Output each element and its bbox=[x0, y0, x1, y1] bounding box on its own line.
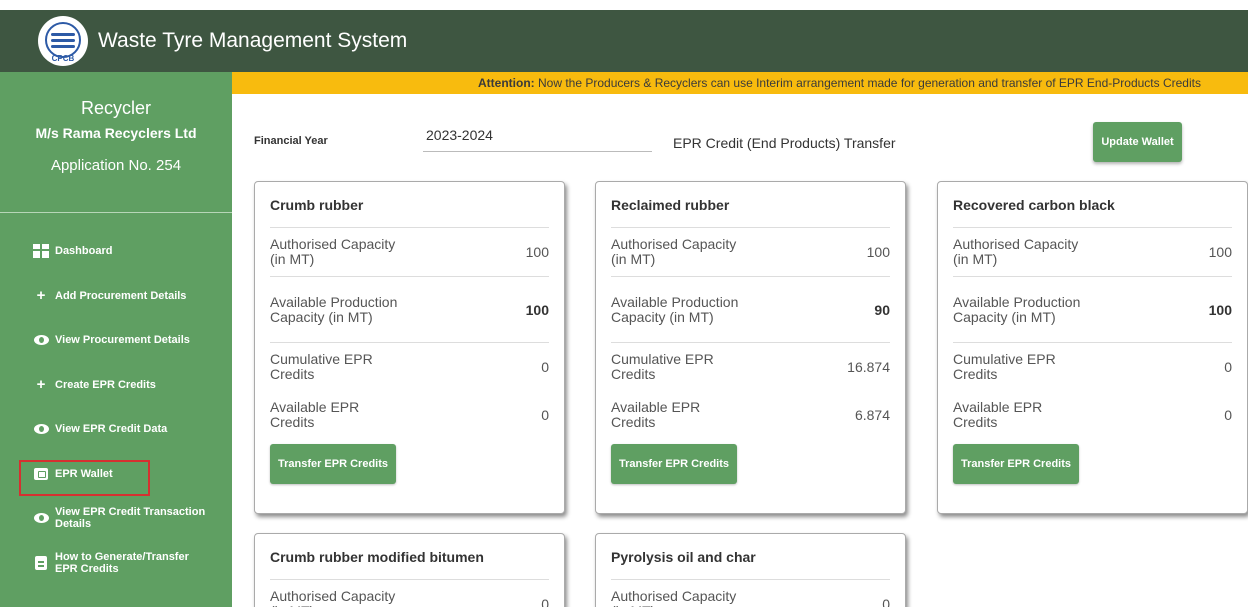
cumulative-epr-row: Cumulative EPR Credits 0 bbox=[270, 342, 549, 390]
sidebar-item-how-to-generate[interactable]: How to Generate/Transfer EPR Credits bbox=[0, 541, 232, 586]
authorised-capacity-label: Authorised Capacity (in MT) bbox=[611, 588, 737, 607]
top-spacer bbox=[0, 0, 1248, 10]
app-header: CPCB Waste Tyre Management System bbox=[0, 10, 1248, 72]
card-title: Crumb rubber modified bitumen bbox=[270, 534, 549, 580]
authorised-capacity-value: 0 bbox=[882, 596, 890, 607]
plus-icon: + bbox=[36, 376, 46, 394]
sidebar-item-label: View EPR Credit Transaction Details bbox=[55, 506, 206, 531]
cumulative-epr-row: Cumulative EPR Credits 16.874 bbox=[611, 342, 890, 390]
financial-year-label: Financial Year bbox=[254, 135, 328, 147]
wallet-icon bbox=[32, 467, 50, 480]
eye-icon bbox=[32, 424, 50, 435]
authorised-capacity-row: Authorised Capacity (in MT) 100 bbox=[953, 228, 1232, 276]
authorised-capacity-row: Authorised Capacity (in MT) 0 bbox=[611, 580, 890, 607]
available-production-value: 90 bbox=[874, 301, 890, 318]
card-title: Crumb rubber bbox=[270, 182, 549, 228]
sidebar: Recycler M/s Rama Recyclers Ltd Applicat… bbox=[0, 72, 232, 607]
credit-card-pyrolysis-oil-and-char: Pyrolysis oil and char Authorised Capaci… bbox=[595, 533, 906, 607]
financial-year-select[interactable]: 2023-2024 bbox=[423, 122, 652, 152]
card-title: Recovered carbon black bbox=[953, 182, 1232, 228]
sidebar-item-label: Add Procurement Details bbox=[55, 289, 187, 302]
cumulative-epr-label: Cumulative EPR Credits bbox=[611, 350, 714, 382]
authorised-capacity-value: 100 bbox=[525, 244, 549, 260]
transfer-title: EPR Credit (End Products) Transfer bbox=[673, 135, 896, 151]
available-production-label: Available Production Capacity (in MT) bbox=[611, 293, 739, 325]
organization-name: M/s Rama Recyclers Ltd bbox=[35, 125, 197, 141]
available-production-value: 100 bbox=[1208, 301, 1232, 318]
sidebar-item-dashboard[interactable]: Dashboard bbox=[0, 229, 232, 274]
authorised-capacity-row: Authorised Capacity (in MT) 100 bbox=[611, 228, 890, 276]
sidebar-item-add-procurement[interactable]: + Add Procurement Details bbox=[0, 274, 232, 319]
banner-text: Now the Producers & Recyclers can use In… bbox=[534, 76, 1201, 90]
sidebar-item-label: Create EPR Credits bbox=[55, 378, 156, 391]
transfer-epr-credits-button[interactable]: Transfer EPR Credits bbox=[611, 444, 737, 484]
sidebar-item-label: View EPR Credit Data bbox=[55, 423, 168, 436]
sidebar-item-create-epr-credits[interactable]: + Create EPR Credits bbox=[0, 363, 232, 408]
eye-icon bbox=[32, 513, 50, 524]
authorised-capacity-value: 100 bbox=[1208, 244, 1232, 260]
sidebar-item-view-epr-credit-data[interactable]: View EPR Credit Data bbox=[0, 407, 232, 452]
authorised-capacity-value: 100 bbox=[866, 244, 890, 260]
dashboard-icon bbox=[32, 244, 50, 259]
cumulative-epr-row: Cumulative EPR Credits 0 bbox=[953, 342, 1232, 390]
authorised-capacity-row: Authorised Capacity (in MT) 100 bbox=[270, 228, 549, 276]
sidebar-item-label: View Procurement Details bbox=[55, 334, 190, 347]
available-production-value: 100 bbox=[525, 301, 549, 318]
plus-icon: + bbox=[36, 287, 46, 305]
user-profile: Recycler M/s Rama Recyclers Ltd Applicat… bbox=[0, 72, 232, 213]
available-production-label: Available Production Capacity (in MT) bbox=[953, 293, 1081, 325]
user-role: Recycler bbox=[80, 98, 151, 118]
sidebar-item-label: Dashboard bbox=[55, 245, 113, 258]
sidebar-item-view-procurement[interactable]: View Procurement Details bbox=[0, 318, 232, 363]
authorised-capacity-value: 0 bbox=[541, 596, 549, 607]
clipboard-icon bbox=[32, 555, 50, 570]
available-production-label: Available Production Capacity (in MT) bbox=[270, 293, 398, 325]
available-epr-label: Available EPR Credits bbox=[270, 399, 360, 430]
card-title: Pyrolysis oil and char bbox=[611, 534, 890, 580]
available-epr-label: Available EPR Credits bbox=[611, 399, 701, 430]
authorised-capacity-label: Authorised Capacity (in MT) bbox=[953, 236, 1079, 267]
sidebar-item-label: How to Generate/Transfer EPR Credits bbox=[55, 550, 189, 575]
available-epr-label: Available EPR Credits bbox=[953, 399, 1043, 430]
credit-card-recovered-carbon-black: Recovered carbon black Authorised Capaci… bbox=[937, 181, 1248, 514]
authorised-capacity-label: Authorised Capacity (in MT) bbox=[270, 236, 396, 267]
credit-card-reclaimed-rubber: Reclaimed rubber Authorised Capacity (in… bbox=[595, 181, 906, 514]
transfer-epr-credits-button[interactable]: Transfer EPR Credits bbox=[953, 444, 1079, 484]
available-production-row: Available Production Capacity (in MT) 10… bbox=[270, 276, 549, 342]
update-wallet-button[interactable]: Update Wallet bbox=[1093, 122, 1182, 162]
sidebar-item-epr-wallet[interactable]: EPR Wallet bbox=[0, 452, 232, 497]
card-title: Reclaimed rubber bbox=[611, 182, 890, 228]
available-epr-value: 0 bbox=[541, 407, 549, 423]
cumulative-epr-label: Cumulative EPR Credits bbox=[953, 350, 1056, 382]
available-epr-row: Available EPR Credits 6.874 bbox=[611, 390, 890, 440]
sidebar-item-view-transaction-details[interactable]: View EPR Credit Transaction Details bbox=[0, 496, 232, 541]
available-production-row: Available Production Capacity (in MT) 90 bbox=[611, 276, 890, 342]
available-epr-value: 0 bbox=[1224, 407, 1232, 423]
available-epr-value: 6.874 bbox=[854, 407, 890, 423]
transfer-epr-credits-button[interactable]: Transfer EPR Credits bbox=[270, 444, 396, 484]
cpcb-logo: CPCB bbox=[38, 16, 88, 66]
sidebar-item-label: EPR Wallet bbox=[55, 467, 113, 480]
cumulative-epr-value: 16.874 bbox=[847, 358, 890, 375]
banner-label: Attention: bbox=[478, 76, 535, 90]
credit-card-crumb-rubber: Crumb rubber Authorised Capacity (in MT)… bbox=[254, 181, 565, 514]
authorised-capacity-label: Authorised Capacity (in MT) bbox=[611, 236, 737, 267]
authorised-capacity-row: Authorised Capacity (in MT) 0 bbox=[270, 580, 549, 607]
app-title: Waste Tyre Management System bbox=[98, 29, 408, 52]
cumulative-epr-value: 0 bbox=[541, 358, 549, 375]
sidebar-nav: Dashboard + Add Procurement Details View… bbox=[0, 213, 232, 585]
available-epr-row: Available EPR Credits 0 bbox=[270, 390, 549, 440]
attention-banner: Attention: Now the Producers & Recyclers… bbox=[232, 72, 1248, 94]
available-production-row: Available Production Capacity (in MT) 10… bbox=[953, 276, 1232, 342]
available-epr-row: Available EPR Credits 0 bbox=[953, 390, 1232, 440]
credit-card-crumb-rubber-modified-bitumen: Crumb rubber modified bitumen Authorised… bbox=[254, 533, 565, 607]
eye-icon bbox=[32, 335, 50, 346]
cumulative-epr-value: 0 bbox=[1224, 358, 1232, 375]
cumulative-epr-label: Cumulative EPR Credits bbox=[270, 350, 373, 382]
application-number: Application No. 254 bbox=[50, 157, 182, 174]
authorised-capacity-label: Authorised Capacity (in MT) bbox=[270, 588, 396, 607]
